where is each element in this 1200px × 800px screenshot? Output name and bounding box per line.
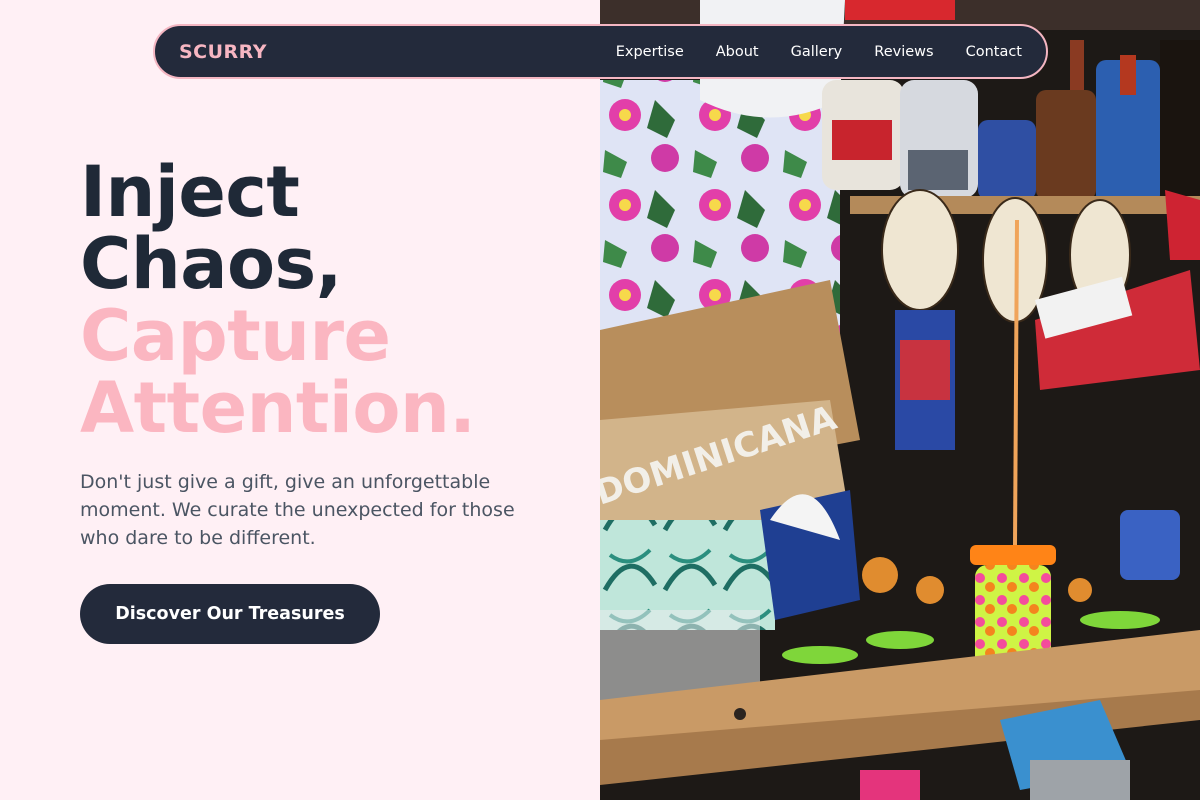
hero-market-photo: DOMINICANA — [600, 0, 1200, 800]
headline-line-4: Attention. — [80, 367, 476, 449]
headline-line-2: Chaos, — [80, 223, 342, 305]
nav-link-contact[interactable]: Contact — [966, 44, 1022, 60]
hero-subtext: Don't just give a gift, give an unforget… — [80, 471, 515, 549]
nav-link-about[interactable]: About — [716, 44, 759, 60]
nav-link-reviews[interactable]: Reviews — [874, 44, 933, 60]
headline-line-3: Capture — [80, 295, 391, 377]
nav-link-gallery[interactable]: Gallery — [791, 44, 843, 60]
discover-treasures-button[interactable]: Discover Our Treasures — [80, 584, 380, 644]
main-navbar: SCURRY Expertise About Gallery Reviews C… — [153, 24, 1048, 79]
hero-headline: Inject Chaos, Capture Attention. — [80, 156, 580, 444]
nav-links: Expertise About Gallery Reviews Contact — [616, 44, 1022, 60]
nav-link-expertise[interactable]: Expertise — [616, 44, 684, 60]
brand-logo[interactable]: SCURRY — [179, 41, 267, 63]
headline-line-1: Inject — [80, 151, 300, 233]
